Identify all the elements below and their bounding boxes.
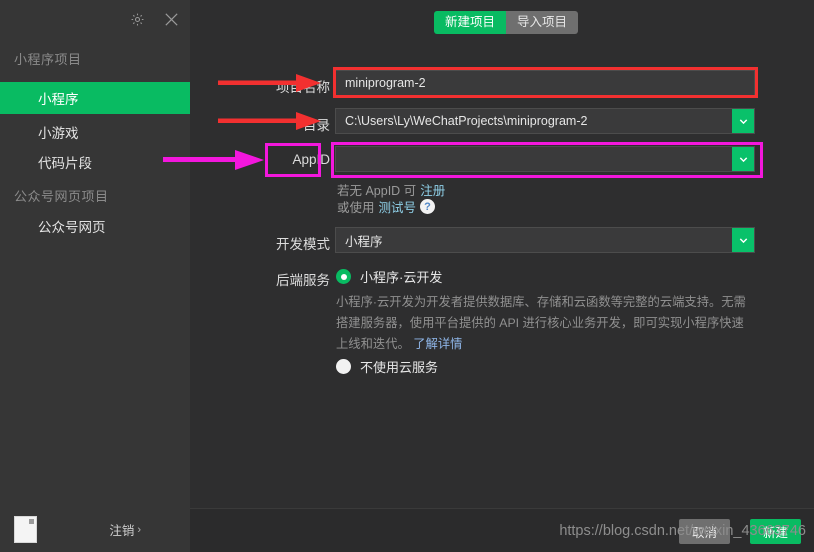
sidebar-group-title-miniprogram: 小程序项目 bbox=[14, 52, 82, 67]
create-button[interactable]: 新建 bbox=[749, 519, 801, 544]
radio-indicator-unselected bbox=[336, 359, 351, 374]
wechat-devtools-new-project-window: 小程序项目 小程序 小游戏 代码片段 公众号网页项目 公众号网页 注销 › 新建… bbox=[0, 0, 814, 552]
project-name-field[interactable] bbox=[335, 70, 755, 96]
help-icon[interactable]: ? bbox=[420, 199, 436, 214]
tab-import-project[interactable]: 导入项目 bbox=[506, 11, 579, 34]
sidebar-group-title-official-account: 公众号网页项目 bbox=[14, 189, 109, 204]
directory-field[interactable]: C:\Users\Ly\WeChatProjects\miniprogram-2 bbox=[335, 108, 755, 134]
chevron-down-icon[interactable] bbox=[732, 147, 754, 171]
cloud-development-description: 小程序·云开发为开发者提供数据库、存储和云函数等完整的云端支持。无需搭建服务器，… bbox=[336, 292, 746, 355]
label-directory: 目录 bbox=[303, 118, 330, 133]
sidebar-footer: 注销 › bbox=[0, 508, 190, 552]
window-controls bbox=[126, 8, 182, 30]
radio-label-cloud-development: 小程序·云开发 bbox=[360, 270, 443, 285]
sidebar-item-minigame[interactable]: 小游戏 bbox=[0, 116, 190, 148]
sidebar-item-label: 代码片段 bbox=[38, 156, 92, 171]
logout-label: 注销 bbox=[109, 524, 135, 538]
label-backend-service: 后端服务 bbox=[276, 273, 330, 288]
test-account-link[interactable]: 测试号 bbox=[379, 197, 417, 216]
sidebar-item-label: 小游戏 bbox=[38, 126, 79, 141]
appid-hint-prefix-2: 或使用 bbox=[337, 201, 375, 215]
radio-indicator-selected bbox=[336, 269, 351, 284]
description-text: 小程序·云开发为开发者提供数据库、存储和云函数等完整的云端支持。无需搭建服务器，… bbox=[336, 295, 746, 351]
appid-input[interactable] bbox=[336, 147, 732, 171]
project-name-input[interactable] bbox=[336, 71, 754, 95]
gear-icon[interactable] bbox=[126, 8, 148, 30]
chevron-down-icon[interactable] bbox=[732, 109, 754, 133]
tab-bar: 新建项目 导入项目 bbox=[434, 11, 579, 34]
chevron-down-icon[interactable] bbox=[732, 228, 754, 252]
sidebar-item-label: 公众号网页 bbox=[38, 220, 106, 235]
dev-mode-value: 小程序 bbox=[345, 234, 383, 249]
tab-new-project[interactable]: 新建项目 bbox=[434, 11, 507, 34]
appid-field[interactable] bbox=[335, 146, 755, 172]
logout-button[interactable]: 注销 › bbox=[109, 520, 141, 539]
label-project-name: 项目名称 bbox=[276, 80, 330, 95]
avatar bbox=[14, 516, 37, 543]
dev-mode-field[interactable]: 小程序 bbox=[335, 227, 755, 253]
sidebar: 小程序项目 小程序 小游戏 代码片段 公众号网页项目 公众号网页 注销 › bbox=[0, 0, 190, 552]
sidebar-item-label: 小程序 bbox=[38, 92, 79, 107]
cancel-button[interactable]: 取消 bbox=[678, 519, 730, 544]
sidebar-item-code-snippet[interactable]: 代码片段 bbox=[0, 146, 190, 178]
label-appid: AppID bbox=[292, 152, 330, 167]
main-panel: 新建项目 导入项目 项目名称 目录 C:\Users\Ly\WeChatProj… bbox=[190, 0, 814, 552]
radio-no-cloud-service[interactable]: 不使用云服务 bbox=[336, 357, 438, 376]
learn-more-link[interactable]: 了解详情 bbox=[413, 337, 462, 351]
appid-hint-line-2: 或使用 测试号 ? bbox=[337, 197, 436, 216]
sidebar-item-miniprogram[interactable]: 小程序 bbox=[0, 82, 190, 114]
sidebar-item-official-account-page[interactable]: 公众号网页 bbox=[0, 210, 190, 242]
radio-label-no-cloud-service: 不使用云服务 bbox=[360, 360, 439, 375]
label-dev-mode: 开发模式 bbox=[276, 237, 330, 252]
radio-cloud-development[interactable]: 小程序·云开发 bbox=[336, 267, 442, 286]
bottom-bar: 取消 新建 bbox=[190, 508, 814, 552]
directory-value: C:\Users\Ly\WeChatProjects\miniprogram-2 bbox=[345, 114, 588, 128]
close-icon[interactable] bbox=[160, 8, 182, 30]
chevron-right-icon: › bbox=[137, 523, 141, 536]
